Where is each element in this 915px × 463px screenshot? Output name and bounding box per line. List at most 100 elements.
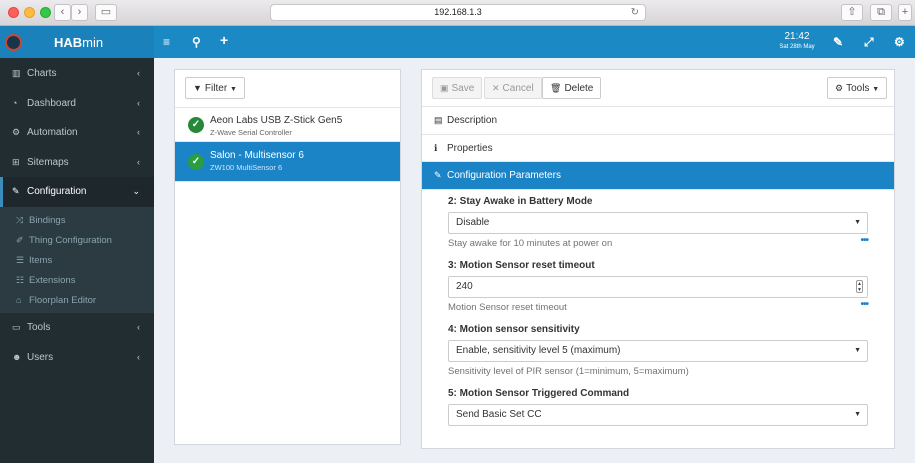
main-content: ▼ Filter ▼ ✓ Aeon Labs USB Z-Stick Gen5 Z… — [154, 58, 915, 463]
reload-icon[interactable]: ↻ — [631, 5, 639, 20]
url-text: 192.168.1.3 — [434, 7, 482, 17]
random-icon: ⤨ — [16, 214, 24, 225]
browser-chrome: ‹ › ▭ 192.168.1.3 ↻ ⇧ ⧉ + — [0, 0, 915, 26]
chevron-left-icon: ‹ — [137, 97, 140, 108]
fullscreen-icon[interactable]: ⤢ — [864, 35, 874, 50]
extensions-icon: ☷ — [16, 275, 25, 286]
config-sections: ▤ Description ℹ Properties ✎ Configuration … — [422, 107, 894, 426]
device-type: Z-Wave Serial Controller — [210, 128, 292, 137]
param-help: Sensitivity level of PIR sensor (1=minim… — [448, 365, 689, 377]
close-window-button[interactable] — [8, 7, 19, 18]
caret-down-icon: ▼ — [872, 86, 880, 93]
sidebar-item-dashboard[interactable]: ◔ Dashboard ‹ — [0, 89, 154, 119]
users-icon: ☻ — [12, 351, 22, 362]
sidebar-item-sitemaps[interactable]: ⊞ Sitemaps ‹ — [0, 148, 154, 178]
book-icon: ▤ — [434, 115, 443, 125]
chevron-left-icon: ‹ — [137, 351, 140, 362]
sitemap-icon: ⊞ — [12, 156, 20, 167]
save-button[interactable]: ▣ Save — [432, 77, 483, 99]
sidebar-item-configuration[interactable]: ✎ Configuration ⌄ — [0, 177, 154, 207]
filter-icon: ▼ — [193, 83, 202, 93]
add-icon[interactable]: + — [220, 32, 228, 48]
dashboard-icon: ◔ — [12, 97, 18, 108]
device-type: ZW100 MultiSensor 6 — [210, 163, 283, 172]
sidebar-subitem-thing-configuration[interactable]: ✐ Thing Configuration — [0, 230, 154, 250]
chevron-down-icon: ⌄ — [132, 186, 140, 196]
sidebar-item-users[interactable]: ☻ Users ‹ — [0, 343, 154, 373]
param-label: 3: Motion Sensor reset timeout — [448, 259, 595, 271]
device-list: ✓ Aeon Labs USB Z-Stick Gen5 Z-Wave Seri… — [175, 107, 400, 182]
menu-icon[interactable]: ≡ — [163, 35, 170, 49]
caret-down-icon: ▼ — [854, 218, 861, 226]
app-header: HABmin ≡ ⚲ + 21:42 Sat 28th May ✎ ⤢ ⚙ — [0, 26, 915, 58]
tools-button[interactable]: ⚙ Tools ▼ — [827, 77, 888, 99]
chevron-left-icon: ‹ — [137, 156, 140, 167]
param-stay-awake: 2: Stay Awake in Battery Mode Disable ▼ S… — [422, 196, 894, 252]
wrench-icon[interactable]: ✎ — [833, 35, 843, 49]
url-bar[interactable]: 192.168.1.3 ↻ — [270, 4, 646, 21]
param-number-input[interactable]: 240 ▲ ▼ — [448, 275, 868, 298]
stepper-icon[interactable]: ▲ ▼ — [856, 279, 863, 293]
list-item[interactable]: ✓ Aeon Labs USB Z-Stick Gen5 Z-Wave Seri… — [175, 108, 400, 142]
forward-button[interactable]: › — [71, 4, 88, 21]
new-tab-icon[interactable]: + — [898, 4, 912, 21]
param-motion-sensitivity: 4: Motion sensor sensitivity Enable, sen… — [422, 324, 894, 380]
caret-down-icon: ▼ — [854, 410, 861, 418]
sidebar-item-charts[interactable]: ▥ Charts ‹ — [0, 59, 154, 89]
sidebar-toggle-icon[interactable]: ▭ — [95, 4, 117, 21]
config-toolbar: ▣ Save ✕ Cancel 🗑 Delete ⚙ Tools ▼ — [422, 70, 894, 107]
cancel-button[interactable]: ✕ Cancel — [484, 77, 542, 99]
sidebar-subitem-extensions[interactable]: ☷ Extensions — [0, 270, 154, 290]
configuration-submenu: ⤨ Bindings ✐ Thing Configuration ☰ Items ☷ E… — [0, 206, 154, 314]
param-select[interactable]: Send Basic Set CC ▼ — [448, 403, 868, 426]
sidebar: ▥ Charts ‹ ◔ Dashboard ‹ ⚙ Automation ‹ ⊞ Sitem… — [0, 58, 154, 463]
delete-button[interactable]: 🗑 Delete — [542, 77, 602, 99]
floorplan-icon: ⌂ — [16, 295, 22, 306]
wrench-icon: ✎ — [434, 170, 442, 180]
chevron-left-icon: ‹ — [137, 127, 140, 137]
more-icon[interactable]: ••• — [860, 235, 868, 246]
device-name: Salon - Multisensor 6 — [210, 150, 304, 161]
maximize-window-button[interactable] — [40, 7, 51, 18]
wrench-icon: ✎ — [12, 186, 20, 196]
search-icon[interactable]: ⚲ — [192, 35, 201, 49]
section-properties[interactable]: ℹ Properties — [422, 135, 894, 162]
sidebar-subitem-bindings[interactable]: ⤨ Bindings — [0, 210, 154, 230]
filter-button[interactable]: ▼ Filter ▼ — [185, 77, 245, 99]
param-motion-reset-timeout: 3: Motion Sensor reset timeout 240 ▲ ▼ Mot… — [422, 260, 894, 316]
clock-date: Sat 28th May — [779, 44, 815, 50]
sidebar-item-automation[interactable]: ⚙ Automation ‹ — [0, 118, 154, 148]
param-label: 2: Stay Awake in Battery Mode — [448, 195, 593, 207]
more-icon[interactable]: ••• — [860, 299, 868, 310]
sidebar-item-tools[interactable]: ▭ Tools ‹ — [0, 313, 154, 343]
cogs-icon: ⚙ — [12, 127, 21, 137]
logo-icon — [5, 34, 22, 51]
param-select[interactable]: Disable ▼ — [448, 211, 868, 234]
param-triggered-command: 5: Motion Sensor Triggered Command Send … — [422, 388, 894, 426]
param-select[interactable]: Enable, sensitivity level 5 (maximum) ▼ — [448, 339, 868, 362]
back-button[interactable]: ‹ — [54, 4, 71, 21]
param-label: 5: Motion Sensor Triggered Command — [448, 387, 630, 399]
magic-icon: ✐ — [16, 234, 24, 245]
section-configuration-parameters[interactable]: ✎ Configuration Parameters — [422, 162, 894, 190]
chevron-left-icon: ‹ — [137, 322, 140, 333]
caret-down-icon: ▼ — [854, 346, 861, 354]
clock: 21:42 Sat 28th May — [776, 31, 818, 50]
sidebar-subitem-floorplan-editor[interactable]: ⌂ Floorplan Editor — [0, 290, 154, 310]
list-item-selected[interactable]: ✓ Salon - Multisensor 6 ZW100 MultiSenso… — [175, 142, 400, 182]
minimize-window-button[interactable] — [24, 7, 35, 18]
settings-icon[interactable]: ⚙ — [894, 35, 905, 49]
sidebar-subitem-items[interactable]: ☰ Items — [0, 250, 154, 270]
share-icon[interactable]: ⇧ — [841, 4, 863, 21]
check-circle-icon: ✓ — [188, 117, 204, 133]
param-help: Motion Sensor reset timeout ••• — [448, 298, 869, 313]
close-icon: ✕ — [492, 83, 500, 93]
save-icon: ▣ — [440, 83, 449, 93]
brand[interactable]: HABmin — [0, 26, 154, 58]
chevron-left-icon: ‹ — [137, 68, 140, 78]
tabs-icon[interactable]: ⧉ — [870, 4, 892, 21]
trash-icon: 🗑 — [550, 83, 562, 93]
check-circle-icon: ✓ — [188, 154, 204, 170]
bar-chart-icon: ▥ — [12, 68, 21, 78]
section-description[interactable]: ▤ Description — [422, 107, 894, 135]
